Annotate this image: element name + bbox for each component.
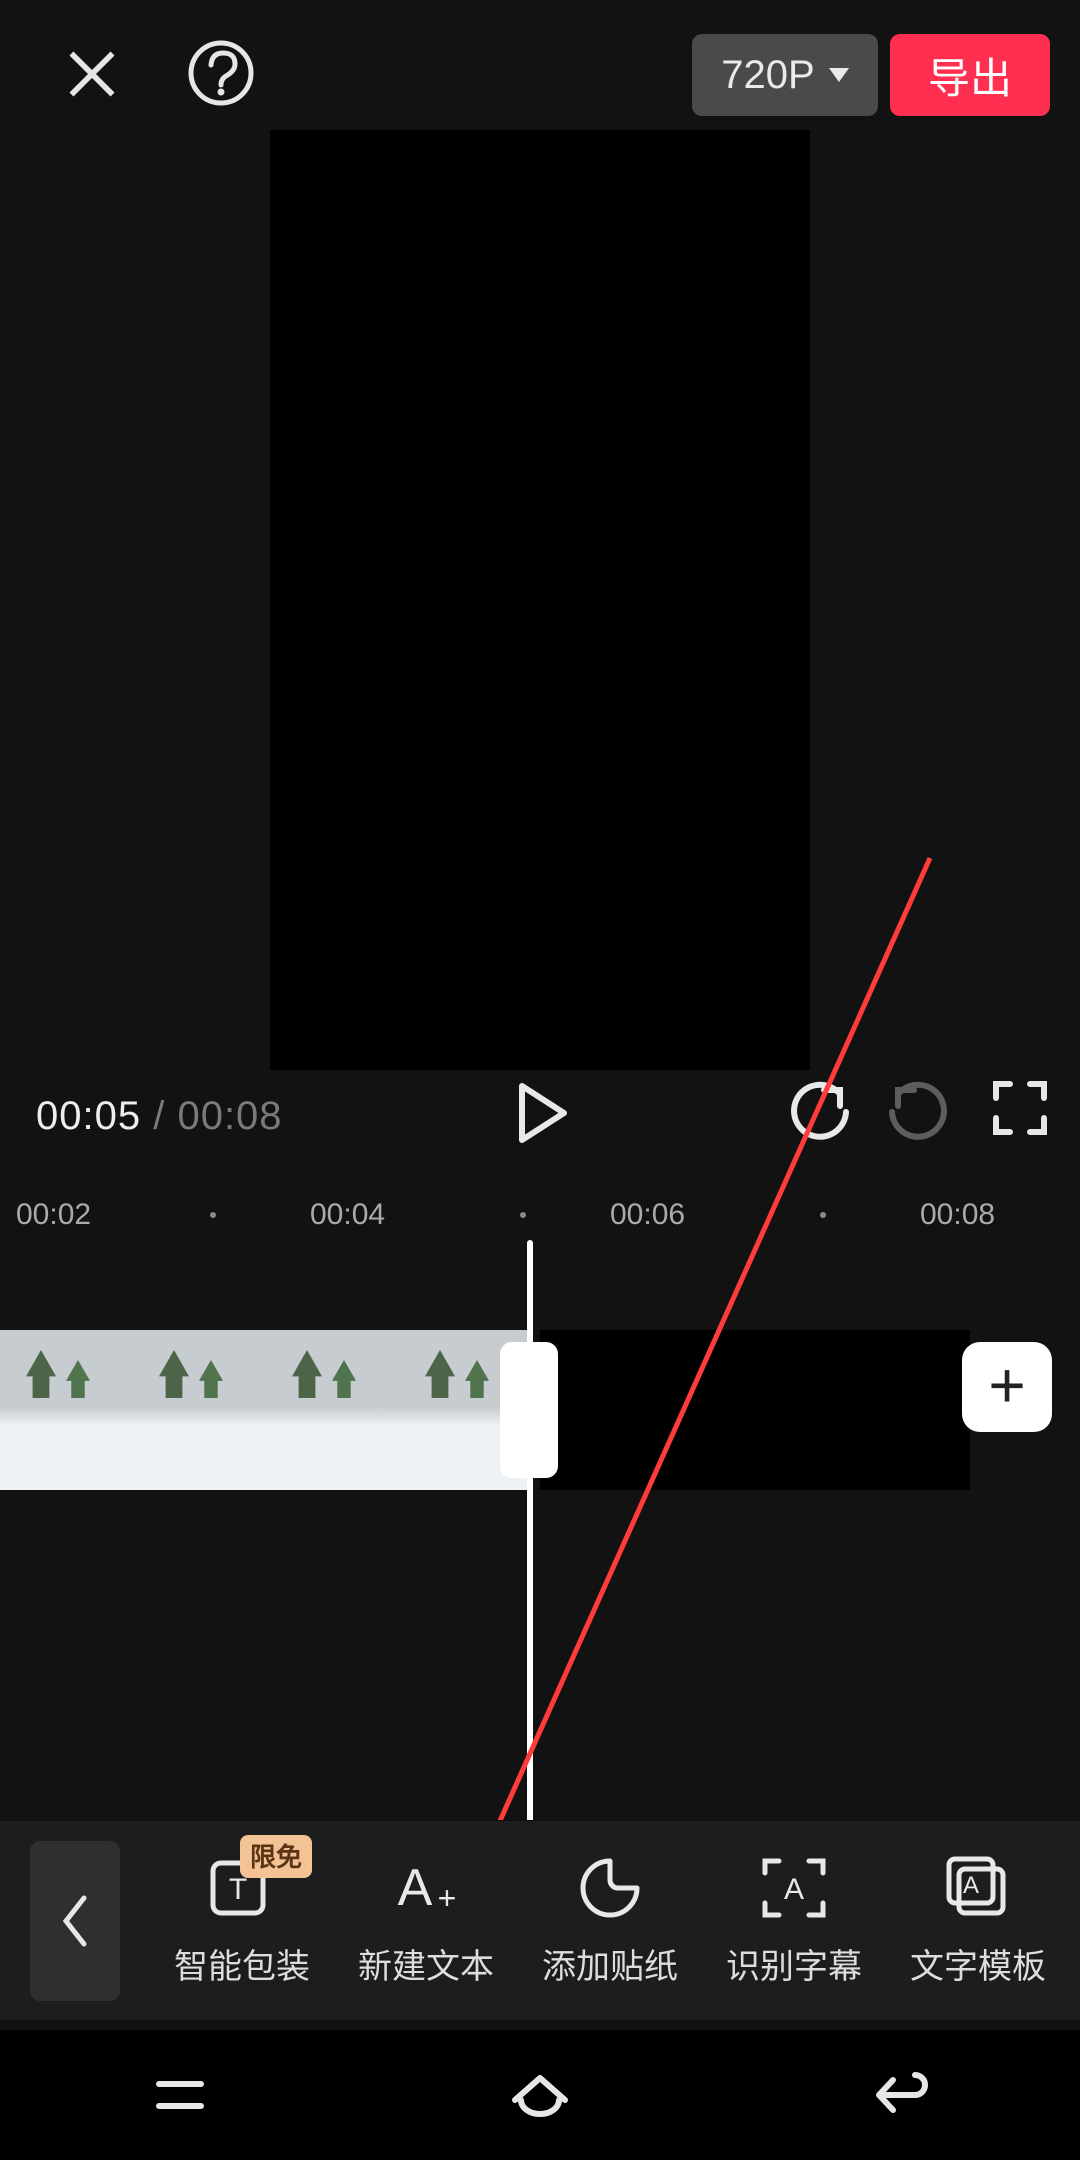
export-button[interactable]: 导出 <box>890 34 1050 116</box>
ruler-dot <box>820 1212 826 1218</box>
back-button[interactable] <box>30 1841 120 2001</box>
chevron-down-icon <box>829 68 849 82</box>
tool-new-text[interactable]: A+ 新建文本 <box>336 1853 516 1988</box>
badge-free: 限免 <box>240 1835 312 1878</box>
nav-back-icon[interactable] <box>865 2060 935 2130</box>
video-preview[interactable] <box>270 130 810 1070</box>
fullscreen-icon[interactable] <box>990 1078 1050 1138</box>
ruler-dot <box>210 1212 216 1218</box>
undo-icon[interactable] <box>786 1078 856 1148</box>
resolution-label: 720P <box>721 53 814 98</box>
tool-label: 智能包装 <box>174 1939 310 1988</box>
svg-text:T: T <box>229 1873 247 1906</box>
playback-bar: 00:05 / 00:08 <box>0 1072 1080 1172</box>
tool-recognize-subtitle[interactable]: A 识别字幕 <box>704 1853 884 1988</box>
system-nav-bar <box>0 2030 1080 2160</box>
ruler-tick: 00:08 <box>920 1198 995 1232</box>
export-label: 导出 <box>928 45 1012 106</box>
svg-text:A: A <box>963 1872 979 1899</box>
close-icon[interactable] <box>64 46 120 102</box>
bottom-toolbar: 限免 T 智能包装 A+ 新建文本 添加贴纸 A <box>0 1820 1080 2020</box>
time-current: 00:05 <box>36 1094 141 1138</box>
resolution-button[interactable]: 720P <box>692 34 878 116</box>
timeline[interactable]: + <box>0 1300 1080 1800</box>
time-duration: 00:08 <box>177 1094 282 1138</box>
tool-label: 识别字幕 <box>726 1939 862 1988</box>
chevron-left-icon <box>58 1892 92 1950</box>
tool-label: 添加贴纸 <box>542 1939 678 1988</box>
tool-smart-package[interactable]: 限免 T 智能包装 <box>152 1853 332 1988</box>
timeline-ruler[interactable]: 00:02 00:04 00:06 00:08 <box>0 1188 1080 1248</box>
play-icon[interactable] <box>504 1078 574 1148</box>
svg-text:+: + <box>438 1880 457 1916</box>
tool-add-sticker[interactable]: 添加贴纸 <box>520 1853 700 1988</box>
time-display: 00:05 / 00:08 <box>36 1094 283 1139</box>
help-icon[interactable] <box>186 38 256 108</box>
nav-menu-icon[interactable] <box>145 2060 215 2130</box>
video-clip[interactable] <box>0 1330 530 1490</box>
add-text-icon: A+ <box>391 1853 461 1923</box>
sticker-icon <box>575 1853 645 1923</box>
subtitle-scan-icon: A <box>759 1853 829 1923</box>
svg-text:A: A <box>398 1859 433 1917</box>
ruler-dot <box>520 1212 526 1218</box>
ruler-tick: 00:02 <box>16 1198 91 1232</box>
ruler-tick: 00:04 <box>310 1198 385 1232</box>
ruler-tick: 00:06 <box>610 1198 685 1232</box>
playhead[interactable] <box>527 1240 533 1860</box>
text-templates-icon: A <box>943 1853 1013 1923</box>
tool-label: 文字模板 <box>910 1939 1046 1988</box>
top-bar: 720P 导出 <box>0 0 1080 126</box>
tool-label: 新建文本 <box>358 1939 494 1988</box>
svg-text:A: A <box>784 1873 804 1906</box>
redo-icon <box>882 1078 952 1148</box>
add-clip-button[interactable]: + <box>962 1342 1052 1432</box>
tool-text-template[interactable]: A 文字模板 <box>888 1853 1068 1988</box>
video-clip-black[interactable] <box>540 1330 970 1490</box>
nav-home-icon[interactable] <box>505 2060 575 2130</box>
